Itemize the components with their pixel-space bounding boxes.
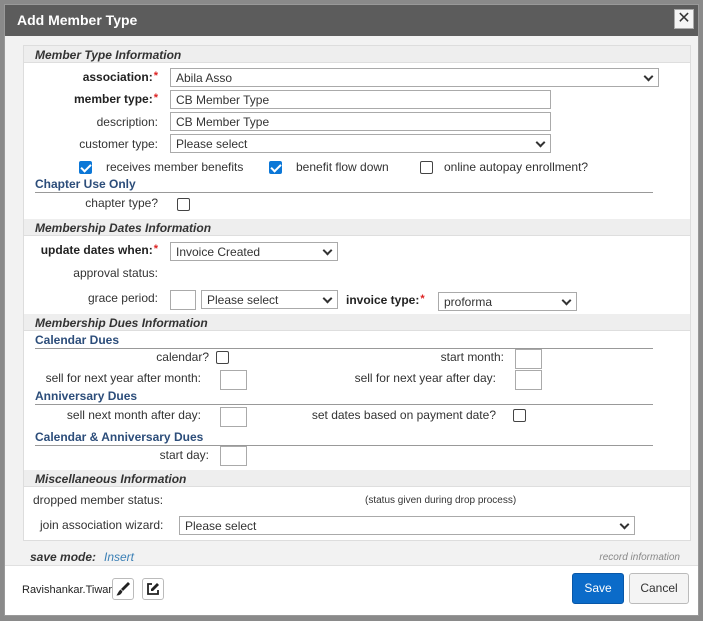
save-mode-label: save mode: bbox=[30, 550, 97, 564]
user-name: Ravishankar.Tiwari bbox=[22, 584, 115, 596]
cancel-button[interactable]: Cancel bbox=[629, 573, 689, 604]
section-membership-dates-information: Membership Dates Information bbox=[24, 219, 690, 236]
calendar-checkbox[interactable] bbox=[216, 351, 229, 364]
status-bar: save mode: Insert record information bbox=[5, 546, 698, 565]
chevron-down-icon bbox=[643, 71, 654, 82]
section-membership-dues-information: Membership Dues Information bbox=[24, 314, 690, 331]
association-select[interactable]: Abila Asso bbox=[170, 68, 659, 87]
dropped-member-status-label: dropped member status: bbox=[33, 493, 164, 507]
sell-next-month-after-day-input[interactable] bbox=[220, 407, 247, 427]
start-month-label: start month: bbox=[440, 350, 504, 364]
chapter-type-checkbox[interactable] bbox=[177, 198, 190, 211]
close-button[interactable]: ✕ bbox=[674, 9, 694, 29]
update-dates-value: Invoice Created bbox=[176, 245, 261, 259]
chevron-down-icon bbox=[322, 245, 333, 256]
customer-type-value: Please select bbox=[176, 137, 248, 151]
record-information-link[interactable]: record information bbox=[599, 552, 680, 563]
subsection-anniversary-dues: Anniversary Dues bbox=[35, 389, 653, 405]
invoice-type-select[interactable]: proforma bbox=[438, 292, 577, 311]
start-month-input[interactable] bbox=[515, 349, 542, 369]
calendar-label: calendar? bbox=[156, 350, 209, 364]
set-dates-payment-checkbox[interactable] bbox=[513, 409, 526, 422]
receives-member-benefits-label: receives member benefits bbox=[106, 160, 244, 174]
subsection-calendar-dues: Calendar Dues bbox=[35, 333, 653, 349]
dialog-titlebar: Add Member Type ✕ bbox=[5, 5, 698, 36]
invoice-type-label: invoice type:* bbox=[346, 293, 425, 307]
grace-period-input[interactable] bbox=[170, 290, 196, 310]
brush-button[interactable] bbox=[112, 578, 134, 600]
customer-type-select[interactable]: Please select bbox=[170, 134, 551, 153]
approval-status-label: approval status: bbox=[73, 266, 158, 280]
grace-period-unit-value: Please select bbox=[207, 293, 279, 307]
close-icon: ✕ bbox=[677, 10, 691, 27]
member-type-label: member type:* bbox=[74, 92, 158, 106]
chevron-down-icon bbox=[322, 293, 333, 304]
dialog-title: Add Member Type bbox=[17, 12, 138, 28]
subsection-chapter-use-only: Chapter Use Only bbox=[35, 177, 653, 193]
online-autopay-label: online autopay enrollment? bbox=[444, 160, 589, 174]
grace-period-label: grace period: bbox=[87, 291, 158, 305]
subsection-calendar-anniversary-dues: Calendar & Anniversary Dues bbox=[35, 430, 653, 446]
description-input[interactable]: CB Member Type bbox=[170, 112, 551, 131]
chapter-type-label: chapter type? bbox=[85, 196, 158, 210]
receives-member-benefits-checkbox[interactable] bbox=[79, 161, 92, 174]
edit-button[interactable] bbox=[142, 578, 164, 600]
sell-next-year-after-month-input[interactable] bbox=[220, 370, 247, 390]
chevron-down-icon bbox=[561, 295, 572, 306]
update-dates-label: update dates when:* bbox=[40, 243, 158, 257]
benefit-flow-down-label: benefit flow down bbox=[296, 160, 389, 174]
member-type-form: Member Type Information association:* Ab… bbox=[23, 45, 691, 541]
dropped-status-note: (status given during drop process) bbox=[365, 495, 517, 506]
grace-period-unit-select[interactable]: Please select bbox=[201, 290, 338, 309]
chevron-down-icon bbox=[535, 137, 546, 148]
description-label: description: bbox=[96, 115, 158, 129]
sell-next-year-after-month-label: sell for next year after month: bbox=[45, 371, 201, 385]
member-type-input[interactable]: CB Member Type bbox=[170, 90, 551, 109]
save-mode-value: Insert bbox=[104, 550, 135, 564]
online-autopay-checkbox[interactable] bbox=[420, 161, 433, 174]
sell-next-year-after-day-input[interactable] bbox=[515, 370, 542, 390]
join-association-wizard-select[interactable]: Please select bbox=[179, 516, 635, 535]
join-association-wizard-label: join association wizard: bbox=[40, 518, 164, 532]
invoice-type-value: proforma bbox=[444, 295, 493, 309]
add-member-type-dialog: Add Member Type ✕ Member Type Informatio… bbox=[4, 4, 699, 616]
sell-next-year-after-day-label: sell for next year after day: bbox=[354, 371, 496, 385]
customer-type-label: customer type: bbox=[79, 137, 158, 151]
update-dates-select[interactable]: Invoice Created bbox=[170, 242, 338, 261]
set-dates-payment-label: set dates based on payment date? bbox=[311, 408, 496, 422]
edit-icon bbox=[147, 583, 159, 595]
benefit-flow-down-checkbox[interactable] bbox=[269, 161, 282, 174]
start-day-label: start day: bbox=[159, 448, 209, 462]
brush-icon bbox=[116, 582, 130, 596]
chevron-down-icon bbox=[619, 519, 630, 530]
start-day-input[interactable] bbox=[220, 446, 247, 466]
association-label: association:* bbox=[82, 70, 158, 84]
section-miscellaneous-information: Miscellaneous Information bbox=[24, 470, 690, 487]
section-member-type-information: Member Type Information bbox=[24, 46, 690, 63]
sell-next-month-after-day-label: sell next month after day: bbox=[66, 408, 201, 422]
footer-divider bbox=[5, 565, 698, 566]
join-association-wizard-value: Please select bbox=[185, 519, 257, 533]
association-value: Abila Asso bbox=[176, 71, 233, 85]
save-button[interactable]: Save bbox=[572, 573, 624, 604]
dialog-body: Member Type Information association:* Ab… bbox=[5, 36, 698, 546]
